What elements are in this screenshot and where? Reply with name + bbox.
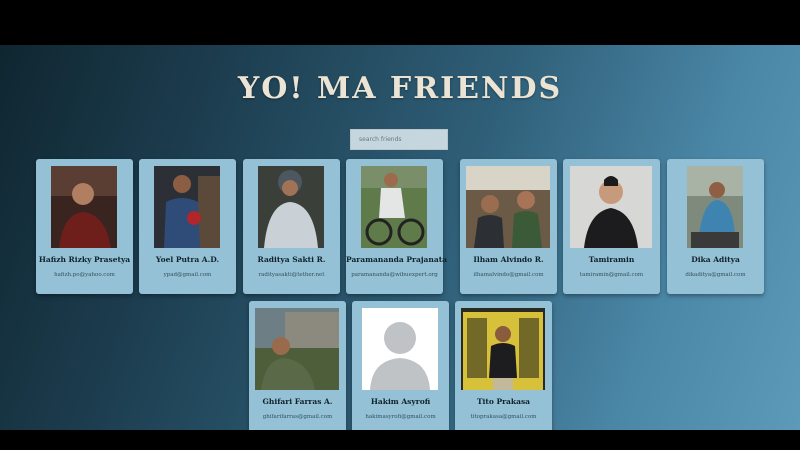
friend-email: radityasakti@tether.net [258, 272, 325, 278]
friend-name: Hakim Asyrofi [370, 397, 431, 406]
friend-card[interactable]: Ghifari Farras A. ghifarifarras@gmail.co… [249, 301, 346, 430]
friend-photo [461, 308, 545, 390]
friend-email: hakimasyrofi@gmail.com [365, 414, 436, 420]
friend-card[interactable]: Hafizh Rizky Prasetya hafizh.po@yahoo.co… [36, 159, 133, 294]
friend-email: tamiramin@gmail.com [579, 272, 644, 278]
friend-photo [362, 308, 438, 390]
friend-card[interactable]: Raditya Sakti R. radityasakti@tether.net [243, 159, 340, 294]
friend-photo [466, 166, 550, 248]
friend-card[interactable]: Paramananda Prajanata paramananda@wibuex… [346, 159, 448, 294]
friend-email: paramananda@wibuexpert.org [351, 272, 438, 278]
friend-photo [255, 308, 339, 390]
friend-photo [570, 166, 652, 248]
friend-name: Ghifari Farras A. [262, 397, 333, 406]
friend-photo [687, 166, 743, 248]
friend-card[interactable]: Dika Aditya dikaditya@gmail.com [667, 159, 764, 294]
friend-name: Hafizh Rizky Prasetya [38, 255, 131, 264]
friend-card[interactable]: Tito Prakasa titoprakasa@gmail.com [455, 301, 552, 430]
friend-name: Raditya Sakti R. [257, 255, 326, 264]
friend-card[interactable]: Ilham Alvindo R. ilhamalvindo@gmail.com [460, 159, 557, 294]
friend-card[interactable]: Tamiramin tamiramin@gmail.com [563, 159, 660, 294]
friend-name: Tamiramin [588, 255, 635, 264]
friend-card[interactable]: Yoel Putra A.D. ypad@gmail.com [139, 159, 236, 294]
friend-email: dikaditya@gmail.com [685, 272, 746, 278]
page-background: YO! MA FRIENDS Hafizh Rizky Prasetya haf… [0, 45, 800, 430]
friend-photo [51, 166, 117, 248]
friend-email: ypad@gmail.com [163, 272, 212, 278]
friend-photo [361, 166, 427, 248]
friend-email: ghifarifarras@gmail.com [262, 414, 333, 420]
friend-photo [154, 166, 220, 248]
friend-photo [258, 166, 324, 248]
friend-name: Paramananda Prajanata [346, 255, 448, 264]
friend-name: Ilham Alvindo R. [473, 255, 544, 264]
friend-card[interactable]: Hakim Asyrofi hakimasyrofi@gmail.com [352, 301, 449, 430]
friend-email: hafizh.po@yahoo.com [54, 272, 115, 278]
friend-email: titoprakasa@gmail.com [470, 414, 537, 420]
search-input[interactable] [350, 129, 448, 150]
page-title: YO! MA FRIENDS [237, 71, 563, 106]
friend-name: Tito Prakasa [476, 397, 531, 406]
friend-name: Yoel Putra A.D. [155, 255, 220, 264]
friend-email: ilhamalvindo@gmail.com [473, 272, 544, 278]
friend-name: Dika Aditya [691, 255, 740, 264]
